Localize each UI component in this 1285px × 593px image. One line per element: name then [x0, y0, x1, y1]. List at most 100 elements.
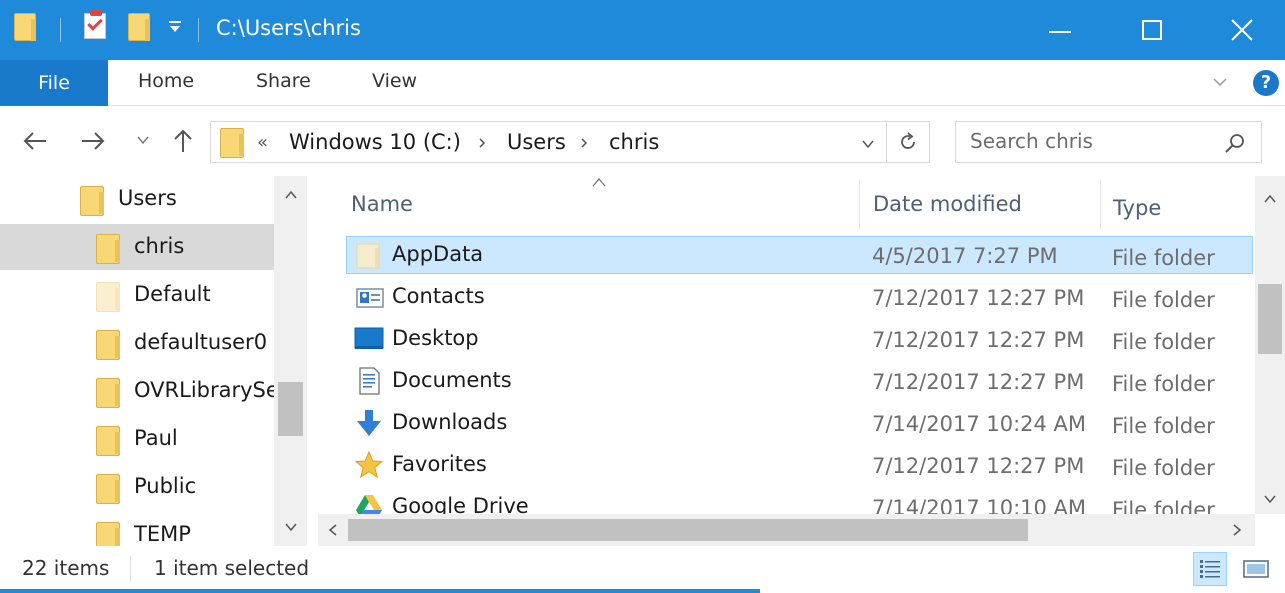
address-bar[interactable]: « Windows 10 (C:) Users chris [210, 121, 930, 163]
selection-count: 1 item selected [154, 556, 310, 580]
navigation-pane-scrollbar[interactable] [274, 176, 307, 546]
search-box[interactable] [955, 121, 1262, 163]
tab-view[interactable]: View [372, 70, 417, 92]
scroll-right-icon[interactable] [1230, 523, 1244, 537]
navigation-bar: « Windows 10 (C:) Users chris [0, 106, 1285, 176]
minimize-button[interactable] [1014, 0, 1106, 60]
tree-item-ovrlibrary[interactable]: OVRLibrarySe [0, 368, 279, 414]
status-separator [130, 556, 131, 582]
refresh-icon[interactable] [897, 131, 919, 153]
file-name: Downloads [392, 410, 508, 434]
navigation-pane-scroll-thumb[interactable] [278, 382, 303, 436]
file-list-horizontal-scroll-thumb[interactable] [348, 519, 1028, 541]
maximize-button[interactable] [1106, 0, 1198, 60]
folder-icon [96, 234, 120, 264]
scroll-up-icon[interactable] [1263, 192, 1277, 206]
status-bar: 22 items 1 item selected [0, 546, 1285, 593]
file-row-downloads[interactable]: Downloads 7/14/2017 10:24 AM File folder [346, 404, 1253, 442]
address-dropdown-chevron-icon[interactable] [861, 137, 875, 151]
tab-home[interactable]: Home [138, 70, 194, 92]
details-view-button[interactable] [1193, 552, 1227, 586]
desktop-icon [354, 327, 384, 349]
contacts-icon [356, 288, 384, 308]
file-row-google-drive[interactable]: Google Drive 7/14/2017 10:10 AM File fol… [346, 488, 1253, 514]
breadcrumb-separator-icon[interactable] [477, 137, 487, 149]
file-date: 7/14/2017 10:10 AM [872, 496, 1087, 514]
tree-item-chris[interactable]: chris [0, 224, 274, 270]
google-drive-icon [356, 495, 382, 514]
help-icon[interactable]: ? [1253, 70, 1279, 96]
tree-item-temp[interactable]: TEMP [0, 512, 274, 546]
file-type: File folder [1112, 330, 1215, 354]
file-list-vertical-scroll-thumb[interactable] [1258, 284, 1282, 354]
file-date: 7/12/2017 12:27 PM [872, 328, 1085, 352]
file-list-horizontal-scrollbar[interactable] [318, 514, 1255, 546]
breadcrumb-users[interactable]: Users [507, 130, 566, 154]
file-type: File folder [1112, 288, 1215, 312]
hidden-folder-icon [96, 282, 120, 312]
tree-item-users[interactable]: Users [0, 176, 274, 222]
breadcrumb-drive[interactable]: Windows 10 (C:) [289, 130, 461, 154]
search-icon[interactable] [1224, 132, 1246, 154]
scroll-left-icon[interactable] [326, 523, 340, 537]
details-view-icon [1200, 560, 1220, 578]
forward-arrow-icon[interactable] [80, 128, 106, 154]
back-arrow-icon[interactable] [22, 128, 48, 154]
file-row-favorites[interactable]: Favorites 7/12/2017 12:27 PM File folder [346, 446, 1253, 484]
file-row-contacts[interactable]: Contacts 7/12/2017 12:27 PM File folder [346, 278, 1253, 316]
address-divider [886, 122, 887, 162]
breadcrumb-overflow[interactable]: « [257, 132, 268, 153]
tree-item-label: chris [134, 234, 185, 258]
sort-ascending-icon [592, 178, 606, 187]
item-count: 22 items [22, 556, 110, 580]
file-type: File folder [1112, 372, 1215, 396]
appdata-folder-icon [356, 243, 380, 269]
file-type: File folder [1112, 498, 1215, 514]
folder-icon [96, 474, 120, 504]
folder-icon [80, 186, 104, 216]
column-header-type[interactable]: Type [1113, 196, 1161, 220]
scroll-up-icon[interactable] [284, 188, 298, 202]
window-title: C:\Users\chris [216, 16, 361, 40]
tab-file[interactable]: File [0, 60, 108, 106]
new-folder-icon[interactable] [128, 13, 150, 41]
column-divider[interactable] [1100, 180, 1101, 230]
file-row-appdata[interactable]: AppData 4/5/2017 7:27 PM File folder [346, 236, 1253, 274]
folder-icon [96, 378, 120, 408]
file-row-documents[interactable]: Documents 7/12/2017 12:27 PM File folder [346, 362, 1253, 400]
favorites-star-icon [354, 450, 384, 479]
tab-share[interactable]: Share [256, 70, 311, 92]
downloads-icon [357, 410, 381, 436]
column-divider[interactable] [859, 180, 860, 230]
file-type: File folder [1112, 456, 1215, 480]
up-arrow-icon[interactable] [170, 128, 196, 154]
breadcrumb-chris[interactable]: chris [609, 130, 659, 154]
scroll-down-icon[interactable] [1263, 492, 1277, 506]
file-row-desktop[interactable]: Desktop 7/12/2017 12:27 PM File folder [346, 320, 1253, 358]
file-date: 7/12/2017 12:27 PM [872, 286, 1085, 310]
column-header-name[interactable]: Name [351, 192, 413, 216]
breadcrumb-separator-icon[interactable] [579, 137, 589, 149]
customize-qat-icon[interactable] [168, 20, 182, 34]
file-list-vertical-scrollbar[interactable] [1255, 176, 1285, 514]
tree-item-defaultuser0[interactable]: defaultuser0 [0, 320, 274, 366]
close-button[interactable] [1198, 0, 1285, 60]
search-input[interactable] [970, 129, 1210, 153]
ribbon-tabs: File Home Share View ? [0, 60, 1285, 106]
qat-separator [60, 18, 61, 42]
file-list: Name Date modified Type AppData 4/5/2017… [318, 176, 1255, 514]
tree-item-paul[interactable]: Paul [0, 416, 274, 462]
large-icons-view-button[interactable] [1240, 552, 1274, 586]
recent-locations-chevron-icon[interactable] [136, 133, 150, 147]
column-header-date[interactable]: Date modified [873, 192, 1022, 216]
tree-item-label: Public [134, 474, 197, 498]
tree-item-public[interactable]: Public [0, 464, 274, 510]
file-name: Desktop [392, 326, 479, 350]
scroll-down-icon[interactable] [284, 520, 298, 534]
expand-ribbon-chevron-icon[interactable] [1212, 74, 1228, 90]
window-bottom-edge [0, 589, 760, 593]
file-date: 7/12/2017 12:27 PM [872, 454, 1085, 478]
properties-icon[interactable] [84, 10, 106, 39]
tree-item-default[interactable]: Default [0, 272, 274, 318]
title-separator [198, 18, 199, 42]
